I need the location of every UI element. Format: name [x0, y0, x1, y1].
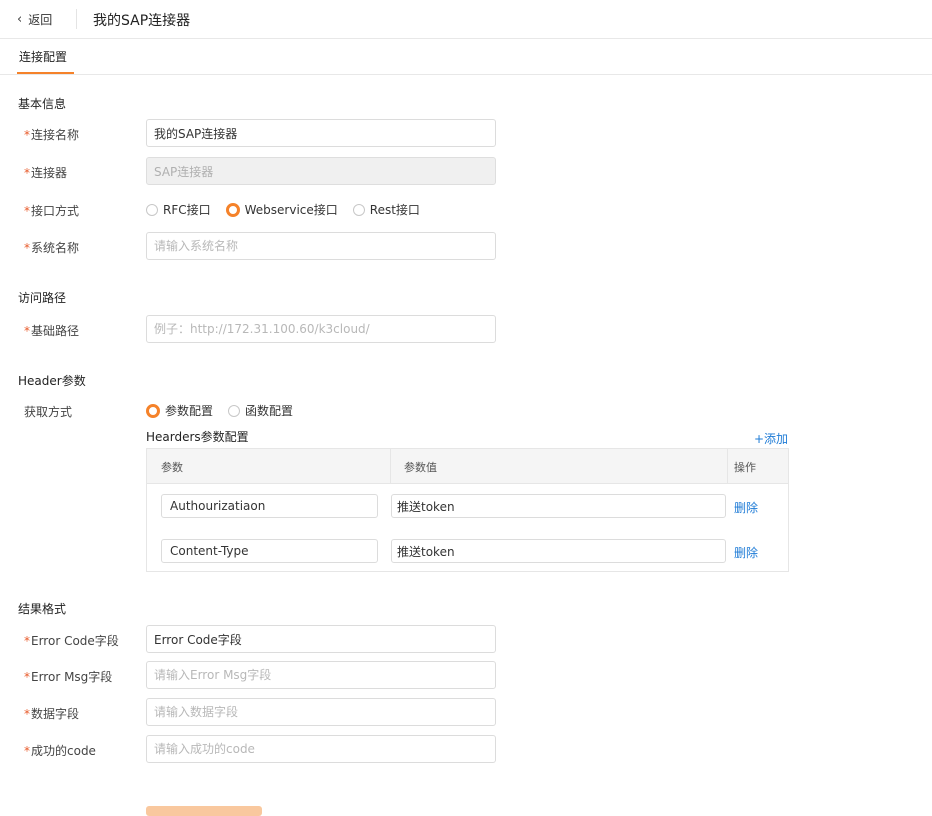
column-divider: [390, 449, 391, 483]
success-code-label: *成功的code: [24, 744, 96, 758]
radio-unchecked-icon: [352, 203, 365, 216]
tab-connection-config[interactable]: 连接配置: [19, 48, 67, 65]
radio-checked-icon: [225, 202, 240, 217]
headers-table: 参数 参数值 操作 删除 删除: [146, 448, 789, 572]
data-field-label: *数据字段: [24, 707, 80, 721]
page-title: 我的SAP连接器: [93, 13, 191, 29]
base-path-input[interactable]: [146, 315, 496, 343]
interface-radio-group: RFC接口 Webservice接口 Rest接口: [146, 201, 435, 218]
header-param-input[interactable]: [161, 539, 378, 563]
section-basic-info: 基本信息: [18, 97, 67, 111]
success-code-input[interactable]: [146, 735, 496, 763]
radio-function-config[interactable]: 函数配置: [228, 402, 293, 419]
radio-webservice[interactable]: Webservice接口: [225, 201, 338, 218]
delete-row-button[interactable]: 删除: [734, 499, 758, 516]
headers-table-title: Hearders参数配置: [146, 430, 249, 444]
back-label: 返回: [28, 13, 53, 27]
interface-label: *接口方式: [24, 204, 80, 218]
radio-unchecked-icon: [146, 203, 158, 216]
fetch-method-label: 获取方式: [24, 405, 73, 419]
section-header-params: Header参数: [18, 374, 86, 388]
section-result-format: 结果格式: [18, 602, 67, 616]
connection-name-label: *连接名称: [24, 128, 80, 142]
header-value-input[interactable]: [391, 539, 726, 563]
submit-button[interactable]: [146, 806, 262, 816]
header-param-input[interactable]: [161, 494, 378, 518]
system-name-label: *系统名称: [24, 241, 80, 255]
column-header-action: 操作: [734, 461, 756, 474]
error-msg-label: *Error Msg字段: [24, 670, 113, 684]
connection-name-input[interactable]: [146, 119, 496, 147]
error-code-input[interactable]: [146, 625, 496, 653]
delete-row-button[interactable]: 删除: [734, 544, 758, 561]
error-msg-input[interactable]: [146, 661, 496, 689]
column-divider: [727, 449, 728, 483]
add-header-button[interactable]: +添加: [754, 430, 788, 447]
radio-checked-icon: [146, 403, 160, 418]
column-header-param: 参数: [161, 461, 183, 474]
section-access-path: 访问路径: [18, 291, 67, 305]
column-header-value: 参数值: [404, 461, 437, 474]
connector-label: *连接器: [24, 166, 68, 180]
header-value-input[interactable]: [391, 494, 726, 518]
tab-bar: 连接配置: [0, 39, 932, 75]
radio-rfc[interactable]: RFC接口: [146, 201, 211, 218]
back-button[interactable]: ‹ 返回: [17, 11, 52, 28]
divider: [76, 9, 77, 29]
top-bar: ‹ 返回 我的SAP连接器: [0, 0, 932, 39]
radio-unchecked-icon: [228, 404, 241, 417]
connector-input: [146, 157, 496, 185]
table-header: 参数 参数值 操作: [147, 449, 788, 484]
active-tab-indicator: [17, 72, 74, 74]
fetch-method-radio-group: 参数配置 函数配置: [146, 402, 308, 419]
system-name-input[interactable]: [146, 232, 496, 260]
radio-rest[interactable]: Rest接口: [352, 201, 420, 218]
radio-param-config[interactable]: 参数配置: [146, 402, 213, 419]
error-code-label: *Error Code字段: [24, 634, 119, 648]
chevron-left-icon: ‹: [17, 12, 23, 27]
data-field-input[interactable]: [146, 698, 496, 726]
base-path-label: *基础路径: [24, 324, 80, 338]
